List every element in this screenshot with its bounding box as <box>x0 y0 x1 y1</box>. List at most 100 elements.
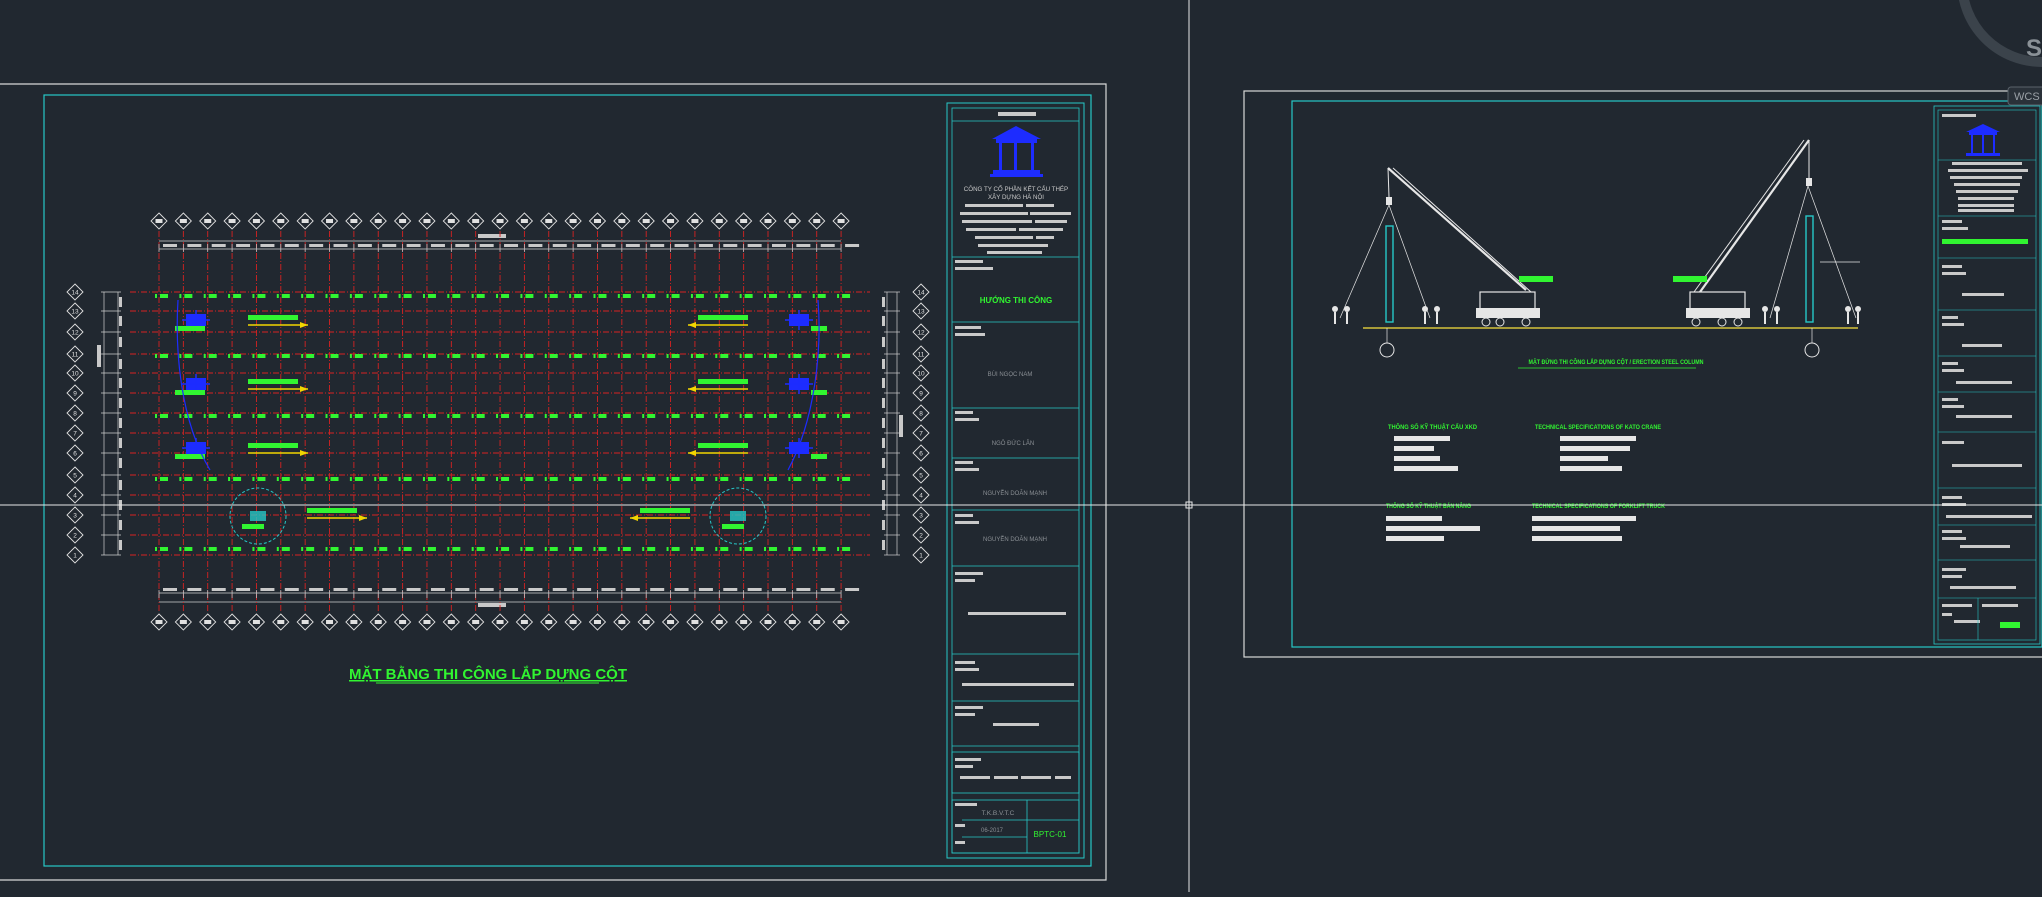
grid-axis-label <box>667 219 675 223</box>
bay-dimension-text <box>650 588 665 591</box>
tb-item-text <box>955 706 1039 726</box>
bay-dimension-text <box>504 588 519 591</box>
construction-direction-label: HƯỚNG THI CÔNG <box>980 296 1053 305</box>
grid-axis-label <box>496 219 504 223</box>
column-mark-label <box>671 294 680 298</box>
column-mark-dot <box>593 547 596 551</box>
grid-row-label: 7 <box>73 431 77 438</box>
grid-axis-label <box>204 620 212 624</box>
row-dimension-text <box>119 337 122 347</box>
worker-figure-head <box>1434 306 1440 312</box>
column-mark-label <box>427 547 436 551</box>
column-mark-dot <box>837 414 840 418</box>
column-mark-label <box>793 477 802 481</box>
column-mark-label <box>427 414 436 418</box>
bay-dimension-text <box>236 244 251 247</box>
worker-figure-head <box>1845 306 1851 312</box>
left-drawing-sheet[interactable]: 14 1413 1312 1211 1110 109 98 87 76 65 54 43 32 21 1 M… <box>0 83 1107 881</box>
column-mark-dot <box>203 414 206 418</box>
grid-axis-label <box>618 620 626 624</box>
grid-row-label: 1 <box>73 553 77 560</box>
grid-row-label: 8 <box>73 411 77 418</box>
column-mark-dot <box>471 294 474 298</box>
column-mark-label <box>501 354 510 358</box>
row-dimension-text <box>119 359 122 369</box>
bay-dimension-text <box>723 588 738 591</box>
column-mark-label <box>257 477 266 481</box>
column-mark-dot <box>252 414 255 418</box>
crane-body <box>250 511 266 521</box>
elevation-title: MẶT ĐỨNG THI CÔNG LẮP DỰNG CỘT / ERECTIO… <box>1529 357 1704 366</box>
tb-field-labels <box>955 411 979 421</box>
column-mark-dot <box>812 294 815 298</box>
column-mark-label <box>671 414 680 418</box>
column-mark-label <box>793 294 802 298</box>
erection-direction-arrow-head <box>300 322 308 328</box>
bay-dimension-text <box>577 588 592 591</box>
right-drawing-sheet[interactable]: MẶT ĐỨNG THI CÔNG LẮP DỰNG CỘT / ERECTIO… <box>1243 90 2042 658</box>
bay-dimension-text <box>820 244 835 247</box>
bay-dimension-text <box>357 588 372 591</box>
column-mark-dot <box>374 294 377 298</box>
column-mark-dot <box>301 414 304 418</box>
bay-dimension-text <box>382 588 397 591</box>
right-crane-wheel <box>1691 317 1701 327</box>
row-dimension-text <box>119 297 122 307</box>
column-mark-dot <box>496 477 499 481</box>
column-mark-label <box>622 354 631 358</box>
sheet-code: BPTC-01 <box>1034 830 1067 839</box>
column-mark-label <box>184 477 193 481</box>
bay-dimension-text <box>845 244 860 247</box>
grid-axis-label <box>813 620 821 624</box>
company-logo <box>1966 124 2000 156</box>
bay-dimension-text <box>455 244 470 247</box>
bay-dimension-text <box>625 588 640 591</box>
bay-dimension-text <box>747 588 762 591</box>
column-mark-label <box>525 414 534 418</box>
row-dimension-text <box>882 458 885 468</box>
column-mark-dot <box>666 547 669 551</box>
column-mark-dot <box>374 547 377 551</box>
column-mark-dot <box>812 477 815 481</box>
column-mark-label <box>549 414 558 418</box>
column-mark-label <box>574 477 583 481</box>
column-mark-label <box>281 547 290 551</box>
column-mark-label <box>379 294 388 298</box>
column-mark-label <box>330 477 339 481</box>
column-erection-plan[interactable]: 14 1413 1312 1211 1110 109 98 87 76 65 54 43 32 21 1 <box>66 212 930 631</box>
bay-dimension-text <box>333 244 348 247</box>
left-title-block[interactable]: CÔNG TY CỔ PHẦN KẾT CẤU THÉP XÂY DỰNG HÀ… <box>946 102 1085 859</box>
column-mark-dot <box>496 354 499 358</box>
bay-dimension-text <box>528 588 543 591</box>
row-dimension-text <box>882 520 885 530</box>
column-mark-label <box>160 354 168 358</box>
right-title-block[interactable] <box>1933 105 2041 645</box>
column-mark-dot <box>398 354 401 358</box>
grid-axis-label <box>326 219 334 223</box>
grid-axis-label <box>374 219 382 223</box>
column-mark-dot <box>593 414 596 418</box>
column-mark-label <box>403 547 412 551</box>
column-mark-label <box>452 547 461 551</box>
column-mark-label <box>549 547 558 551</box>
column-mark-label <box>330 547 339 551</box>
column-mark-dot <box>544 477 547 481</box>
erection-direction-arrow-head <box>300 450 308 456</box>
grid-row-label: 3 <box>73 513 77 520</box>
column-mark-dot <box>252 547 255 551</box>
viewcube-widget[interactable]: S WCS <box>1958 0 2042 106</box>
cad-model-viewport[interactable]: 14 14 13 13 12 12 11 11 10 10 9 9 8 8 7 7 6 6 5 5 4 4 3 3 2 2 1 1 M… <box>0 0 2042 892</box>
grid-axis-label <box>155 219 163 223</box>
column-mark-dot <box>617 294 620 298</box>
column-mark-label <box>233 354 242 358</box>
column-mark-label <box>501 414 510 418</box>
tb-header-text <box>998 112 1036 116</box>
column-mark-dot <box>739 354 742 358</box>
crane-elevation-view[interactable] <box>1332 139 1861 369</box>
crane-label <box>722 524 744 529</box>
column-mark-dot <box>812 547 815 551</box>
column-mark-label <box>549 477 558 481</box>
grid-axis-label <box>593 620 601 624</box>
column-mark-label <box>379 477 388 481</box>
grid-axis-label <box>764 620 772 624</box>
